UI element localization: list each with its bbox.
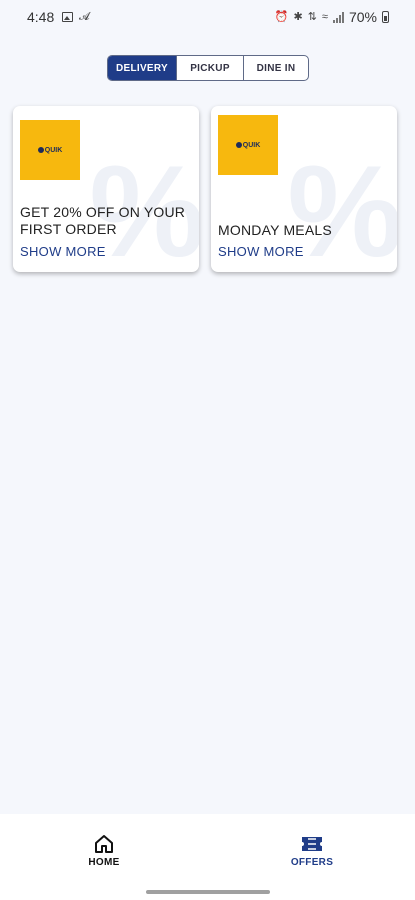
- status-time: 4:48: [27, 9, 55, 25]
- home-indicator[interactable]: [146, 890, 270, 894]
- order-type-tabs: DELIVERY PICKUP DINE IN: [107, 55, 309, 81]
- alarm-icon: ⏰: [274, 11, 289, 23]
- wifi-icon: ≈: [321, 11, 328, 23]
- nav-home-label: HOME: [88, 857, 120, 868]
- data-icon: ⇅: [307, 11, 317, 23]
- tab-pickup[interactable]: PICKUP: [176, 56, 243, 80]
- tab-delivery[interactable]: DELIVERY: [108, 56, 176, 80]
- signal-icon: [332, 11, 344, 23]
- nav-home[interactable]: HOME: [80, 834, 128, 868]
- bottom-nav: HOME OFFERS: [0, 814, 415, 900]
- nav-offers[interactable]: OFFERS: [287, 834, 337, 868]
- offer-title: GET 20% OFF ON YOUR FIRST ORDER: [20, 204, 186, 237]
- show-more-link[interactable]: SHOW MORE: [20, 244, 106, 259]
- home-icon: [95, 835, 113, 853]
- battery-percent: 70%: [348, 9, 377, 25]
- logo-mark-icon: [37, 147, 44, 153]
- brand-logo: QUIK: [20, 120, 80, 180]
- ticket-icon: [302, 837, 322, 851]
- logo-text: QUIK: [44, 146, 63, 154]
- brand-logo: QUIK: [218, 115, 278, 175]
- show-more-link[interactable]: SHOW MORE: [218, 244, 304, 259]
- nav-offers-label: OFFERS: [290, 857, 334, 868]
- tab-dine-in[interactable]: DINE IN: [243, 56, 308, 80]
- offer-card[interactable]: % QUIK MONDAY MEALS SHOW MORE: [211, 106, 397, 272]
- offer-title: MONDAY MEALS: [218, 222, 332, 238]
- battery-icon: [382, 11, 389, 23]
- bluetooth-icon: ✱: [293, 11, 303, 23]
- signal-badge-icon: 𝓐: [79, 11, 90, 23]
- offer-card[interactable]: % QUIK GET 20% OFF ON YOUR FIRST ORDER S…: [13, 106, 199, 272]
- logo-text: QUIK: [242, 141, 261, 149]
- status-bar: 4:48 𝓐 ⏰ ✱ ⇅ ≈ 70%: [0, 0, 415, 34]
- image-icon: [62, 12, 73, 22]
- logo-mark-icon: [235, 142, 242, 148]
